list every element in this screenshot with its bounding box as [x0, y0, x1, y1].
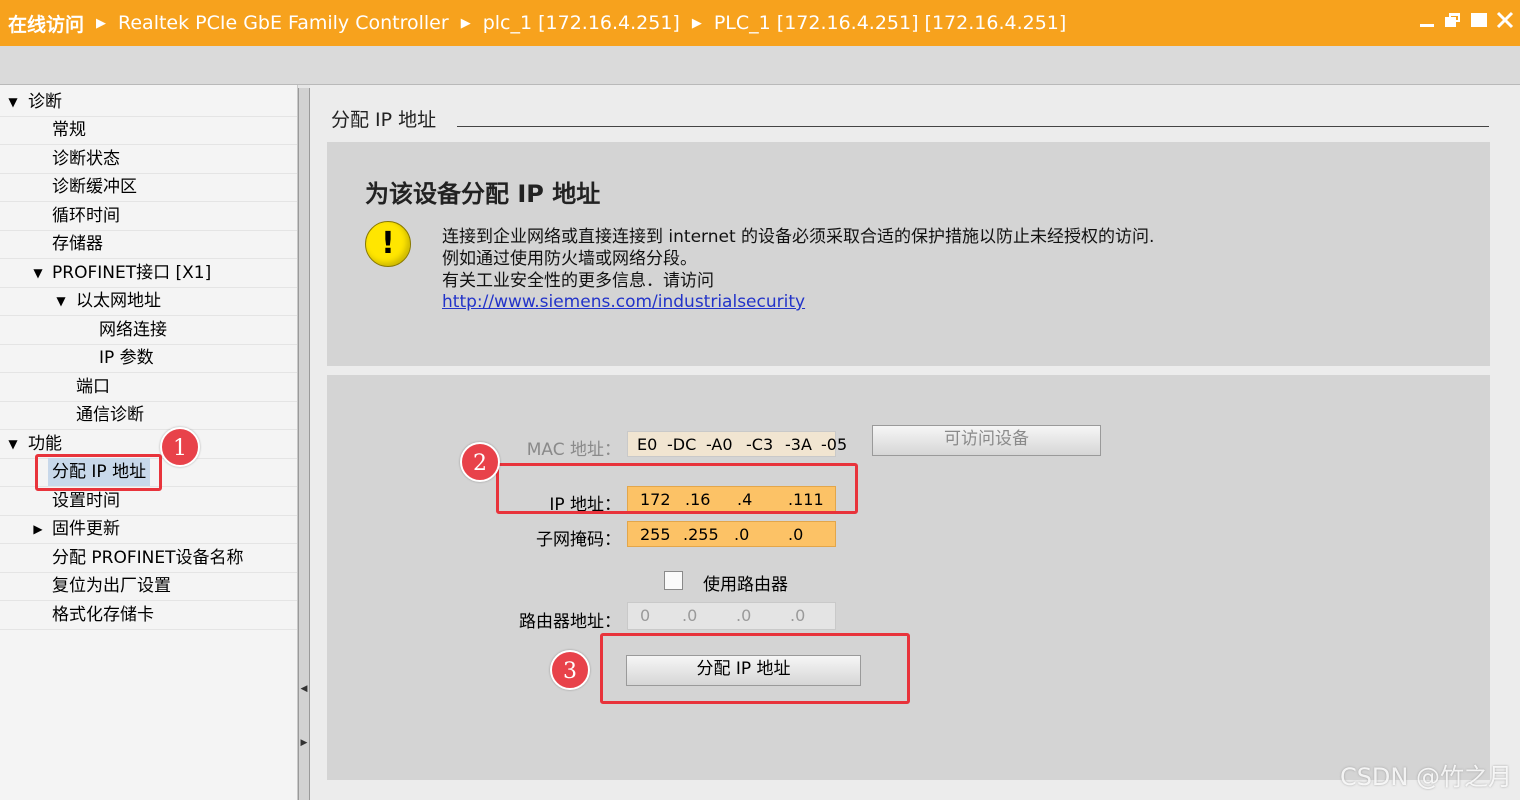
tree-item-ethernet-address[interactable]: ▼ 以太网地址 [0, 287, 297, 316]
router-address-field: 0 .0 .0 .0 [627, 602, 836, 630]
annotation-highlight-3 [600, 633, 910, 704]
use-router-checkbox[interactable] [664, 571, 683, 590]
annotation-marker-2: 2 [460, 442, 500, 482]
tree-item-profinet-interface[interactable]: ▼ PROFINET接口 [X1] [0, 259, 297, 288]
tree-item-general[interactable]: 常规 [0, 116, 297, 145]
watermark: CSDN @竹之月 [1339, 763, 1512, 791]
tree-item-communication-diagnostics[interactable]: 通信诊断 [0, 401, 297, 430]
ip-form-panel: MAC 地址： E0 -DC -A0 -C3 -3A -05 可访问设备 IP … [327, 375, 1490, 780]
tree-item-diagnostic-status[interactable]: 诊断状态 [0, 145, 297, 174]
tree-item-ports[interactable]: 端口 [0, 373, 297, 402]
section-title: 分配 IP 地址 [331, 109, 437, 131]
breadcrumb-plc-station[interactable]: plc_1 [172.16.4.251] [483, 12, 680, 34]
tree-item-memory[interactable]: 存储器 [0, 230, 297, 259]
navigation-tree: ▼ 诊断 常规 诊断状态 诊断缓冲区 循环时间 存储器 ▼ PROFINET接口… [0, 85, 298, 800]
expand-arrow-icon[interactable]: ▶ [31, 515, 45, 543]
breadcrumb-network-adapter[interactable]: Realtek PCIe GbE Family Controller [118, 12, 449, 34]
expand-arrow-icon[interactable]: ▼ [6, 88, 20, 116]
tree-item-format-memory-card[interactable]: 格式化存储卡 [0, 601, 297, 630]
maximize-icon[interactable] [1470, 10, 1488, 30]
tree-item-diagnostic-buffer[interactable]: 诊断缓冲区 [0, 173, 297, 202]
subnet-mask-field[interactable]: 255 .255 .0 .0 [627, 521, 836, 547]
subnet-octet-1[interactable]: 255 [640, 525, 671, 544]
breadcrumb-separator-icon: ▶ [96, 15, 107, 31]
expand-arrow-icon[interactable]: ▼ [6, 430, 20, 458]
use-router-label: 使用路由器 [703, 575, 788, 595]
subnet-octet-4[interactable]: .0 [788, 525, 803, 544]
breadcrumb-separator-icon: ▶ [691, 15, 702, 31]
mac-address-field: E0 -DC -A0 -C3 -3A -05 [627, 431, 847, 457]
toolbar [0, 46, 1520, 85]
tree-item-assign-profinet-name[interactable]: 分配 PROFINET设备名称 [0, 544, 297, 573]
tree-item-firmware-update[interactable]: ▶ 固件更新 [0, 515, 297, 544]
window-titlebar: 在线访问 ▶ Realtek PCIe GbE Family Controlle… [0, 0, 1520, 46]
info-heading: 为该设备分配 IP 地址 [365, 180, 601, 208]
tree-item-set-time[interactable]: 设置时间 [0, 487, 297, 516]
section-divider [457, 126, 1489, 127]
info-line-3: 有关工业安全性的更多信息．请访问 [442, 271, 714, 291]
breadcrumb-plc-device[interactable]: PLC_1 [172.16.4.251] [172.16.4.251] [714, 12, 1066, 34]
breadcrumb-online-access[interactable]: 在线访问 [8, 10, 84, 37]
restore-icon[interactable] [1444, 10, 1462, 30]
breadcrumb-separator-icon: ▶ [460, 15, 471, 31]
tree-item-factory-reset[interactable]: 复位为出厂设置 [0, 572, 297, 601]
expand-arrow-icon[interactable]: ▼ [54, 287, 68, 315]
main-content: 分配 IP 地址 为该设备分配 IP 地址 ! 连接到企业网络或直接连接到 in… [310, 85, 1520, 800]
tree-item-diagnostics[interactable]: ▼ 诊断 [0, 88, 297, 117]
security-info-panel: 为该设备分配 IP 地址 ! 连接到企业网络或直接连接到 internet 的设… [327, 142, 1490, 366]
warning-icon: ! [365, 221, 411, 267]
window-controls [1418, 10, 1514, 30]
annotation-marker-1: 1 [160, 427, 200, 467]
panel-splitter[interactable]: ◀ ▶ [298, 88, 310, 800]
collapse-left-icon[interactable]: ◀ [300, 684, 308, 694]
security-link[interactable]: http://www.siemens.com/industrialsecurit… [442, 292, 805, 312]
tree-item-ip-parameters[interactable]: IP 参数 [0, 344, 297, 373]
mac-address-label: MAC 地址： [526, 440, 621, 460]
annotation-highlight-1 [35, 454, 162, 491]
tree-item-cycle-time[interactable]: 循环时间 [0, 202, 297, 231]
close-icon[interactable] [1496, 10, 1514, 30]
subnet-octet-3[interactable]: .0 [734, 525, 749, 544]
subnet-octet-2[interactable]: .255 [683, 525, 719, 544]
annotation-highlight-2 [496, 463, 858, 514]
subnet-mask-label: 子网掩码： [536, 530, 621, 550]
expand-right-icon[interactable]: ▶ [300, 738, 308, 748]
accessible-devices-button[interactable]: 可访问设备 [872, 425, 1101, 456]
minimize-icon[interactable] [1418, 10, 1436, 30]
router-address-label: 路由器地址： [519, 612, 621, 632]
tree-item-network-connection[interactable]: 网络连接 [0, 316, 297, 345]
annotation-marker-3: 3 [550, 650, 590, 690]
expand-arrow-icon[interactable]: ▼ [31, 259, 45, 287]
